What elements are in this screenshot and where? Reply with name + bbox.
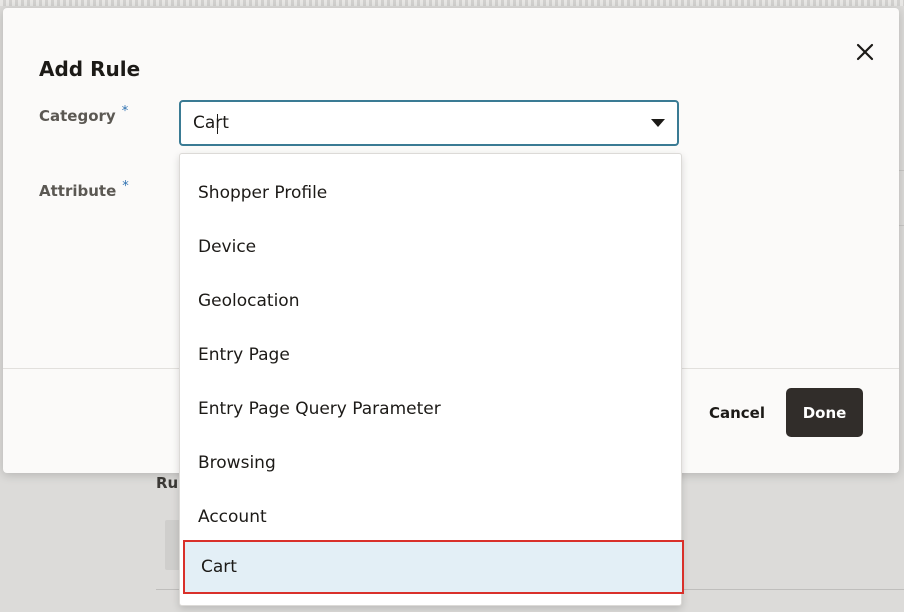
option-geolocation[interactable]: Geolocation (180, 274, 681, 328)
close-button[interactable] (851, 38, 879, 66)
attribute-label: Attribute * (39, 179, 129, 200)
category-label-text: Category (39, 107, 116, 125)
attribute-label-text: Attribute (39, 182, 117, 200)
option-browsing[interactable]: Browsing (180, 436, 681, 490)
background-header-strip (0, 0, 904, 6)
required-indicator: * (122, 179, 129, 194)
option-shopper-profile[interactable]: Shopper Profile (180, 166, 681, 220)
caret-down-icon[interactable] (649, 116, 667, 130)
dialog-title: Add Rule (39, 57, 141, 81)
required-indicator: * (121, 104, 129, 119)
option-entry-page-query-parameter[interactable]: Entry Page Query Parameter (180, 382, 681, 436)
text-cursor (217, 114, 218, 134)
category-input[interactable] (193, 102, 633, 144)
close-icon (856, 43, 874, 61)
cancel-button[interactable]: Cancel (696, 389, 778, 437)
done-button[interactable]: Done (786, 388, 863, 437)
category-label: Category * (39, 104, 128, 125)
option-cart[interactable]: Cart (183, 540, 684, 594)
category-combobox[interactable] (179, 100, 679, 146)
category-options-list: Shopper Profile Device Geolocation Entry… (179, 153, 684, 606)
option-device[interactable]: Device (180, 220, 681, 274)
option-entry-page[interactable]: Entry Page (180, 328, 681, 382)
option-account[interactable]: Account (180, 490, 681, 544)
